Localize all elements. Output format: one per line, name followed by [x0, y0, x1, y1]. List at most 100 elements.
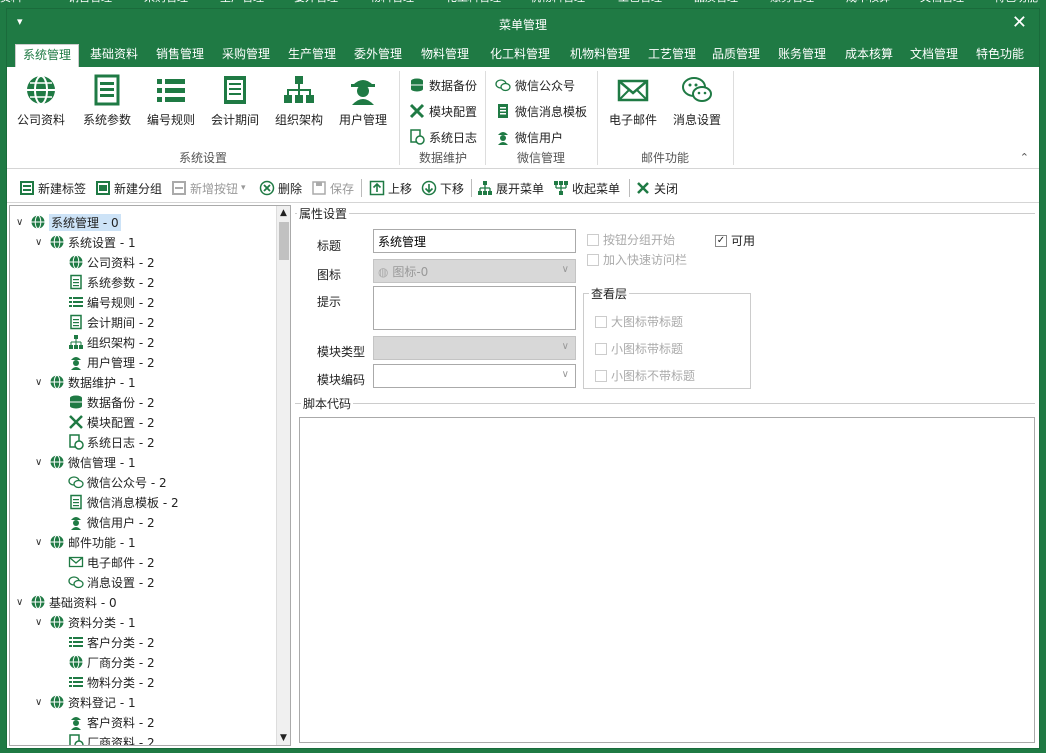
enabled-checkbox[interactable]: ✓ 可用	[715, 232, 755, 249]
title-bar: ▾ 菜单管理 ✕	[7, 9, 1039, 39]
icon-select[interactable]: ◍ 图标-0 ∨	[373, 259, 576, 283]
collapse-menu-button[interactable]: 收起菜单	[553, 178, 620, 198]
delete-button[interactable]: 删除	[259, 178, 302, 198]
system-params-button[interactable]: 系统参数	[77, 73, 137, 128]
tree-node[interactable]: 物料分类 - 2	[54, 672, 155, 692]
tree-node[interactable]: 电子邮件 - 2	[54, 552, 155, 572]
expand-toggle-icon[interactable]: ∨	[16, 217, 28, 228]
email-button[interactable]: 电子邮件	[603, 73, 663, 128]
tree-node[interactable]: ∨ 数据维护 - 1	[35, 372, 136, 392]
tree-node[interactable]: 客户资料 - 2	[54, 712, 155, 732]
tree-node[interactable]: 微信用户 - 2	[54, 512, 155, 532]
expand-toggle-icon[interactable]: ∨	[35, 457, 47, 468]
tab-special[interactable]: 特色功能	[969, 44, 1031, 67]
tab-outsourcing[interactable]: 委外管理	[347, 44, 409, 67]
tree-node-label: 消息设置 - 2	[87, 575, 155, 590]
tab-chemicals[interactable]: 化工料管理	[481, 44, 559, 67]
tree-node[interactable]: 微信消息模板 - 2	[54, 492, 179, 512]
tab-materials[interactable]: 物料管理	[413, 44, 477, 67]
properties-panel: 属性设置 标题 图标 ◍ 图标-0 ∨ 提示 模块类型 ∨ 模块编码 ∨ 按钮分…	[293, 205, 1039, 746]
tree-node[interactable]: 公司资料 - 2	[54, 252, 155, 272]
toolbar-separator	[471, 179, 472, 197]
wechat-user-button[interactable]: 微信用户	[495, 127, 563, 147]
user-management-button[interactable]: 用户管理	[333, 73, 393, 128]
tree-node[interactable]: 用户管理 - 2	[54, 352, 155, 372]
collapse-ribbon-icon[interactable]: ⌃	[1020, 151, 1029, 164]
quick-access-checkbox[interactable]: 加入快速访问栏	[587, 251, 687, 268]
move-down-button[interactable]: 下移	[421, 178, 464, 198]
expand-toggle-icon[interactable]: ∨	[35, 697, 47, 708]
new-tag-button[interactable]: 新建标签	[19, 178, 86, 198]
checkmark-icon: ✓	[715, 234, 727, 247]
tree-node[interactable]: 系统参数 - 2	[54, 272, 155, 292]
save-button[interactable]: 保存	[311, 178, 354, 198]
tree-node[interactable]: ∨ 微信管理 - 1	[35, 452, 136, 472]
tree-node[interactable]: 模块配置 - 2	[54, 412, 155, 432]
message-settings-button[interactable]: 消息设置	[667, 73, 727, 128]
tab-documents[interactable]: 文档管理	[903, 44, 965, 67]
wechat-template-button[interactable]: 微信消息模板	[495, 101, 587, 121]
tree-node[interactable]: 厂商分类 - 2	[54, 652, 155, 672]
company-info-button[interactable]: 公司资料	[11, 73, 71, 128]
small-icon-radio[interactable]: 小图标带标题	[595, 340, 683, 357]
new-group-button[interactable]: 新建分组	[95, 178, 162, 198]
tree-node[interactable]: ∨ 资料登记 - 1	[35, 692, 136, 712]
tab-system-management[interactable]: 系统管理	[15, 44, 79, 67]
system-log-button[interactable]: 系统日志	[409, 127, 477, 147]
scroll-up-icon[interactable]: ▲	[280, 208, 287, 218]
tab-production[interactable]: 生产管理	[281, 44, 343, 67]
expand-toggle-icon[interactable]: ∨	[35, 537, 47, 548]
tree-node[interactable]: ∨ 系统设置 - 1	[35, 232, 136, 252]
expand-toggle-icon[interactable]: ∨	[16, 597, 28, 608]
tab-basic-data[interactable]: 基础资料	[83, 44, 145, 67]
close-window-button[interactable]: ✕	[1012, 12, 1027, 33]
tree-node[interactable]: ∨ 基础资料 - 0	[16, 592, 117, 612]
tree-node[interactable]: 消息设置 - 2	[54, 572, 155, 592]
tip-textarea[interactable]	[373, 286, 576, 330]
menu-tree[interactable]: ∨ 系统管理 - 0 ∨ 系统设置 - 1 公司资料 - 2 系统参数 - 2 编号规则 -…	[9, 205, 291, 746]
expand-toggle-icon[interactable]: ∨	[35, 617, 47, 628]
numbering-rules-button[interactable]: 编号规则	[141, 73, 201, 128]
expand-toggle-icon[interactable]: ∨	[35, 237, 47, 248]
group-start-checkbox[interactable]: 按钮分组开始	[587, 231, 675, 248]
small-icon-no-title-radio[interactable]: 小图标不带标题	[595, 367, 695, 384]
tab-process[interactable]: 工艺管理	[641, 44, 703, 67]
close-button[interactable]: 关闭	[635, 178, 678, 198]
tree-node[interactable]: 客户分类 - 2	[54, 632, 155, 652]
tree-node[interactable]: ∨ 邮件功能 - 1	[35, 532, 136, 552]
module-code-select[interactable]: ∨	[373, 364, 576, 388]
expand-menu-button[interactable]: 展开菜单	[477, 178, 544, 198]
data-backup-button[interactable]: 数据备份	[409, 75, 477, 95]
tab-quality[interactable]: 品质管理	[705, 44, 767, 67]
tree-node[interactable]: 厂商资料 - 2	[54, 732, 155, 745]
module-type-select[interactable]: ∨	[373, 336, 576, 360]
module-config-button[interactable]: 模块配置	[409, 101, 477, 121]
new-button-button[interactable]: 新增按钮 ▾	[171, 178, 246, 198]
accounting-period-button[interactable]: 会计期间	[205, 73, 265, 128]
script-code-editor[interactable]	[299, 417, 1035, 743]
document-icon	[70, 274, 82, 290]
large-icon-radio[interactable]: 大图标带标题	[595, 313, 683, 330]
tab-purchase[interactable]: 采购管理	[215, 44, 277, 67]
tree-node[interactable]: 会计期间 - 2	[54, 312, 155, 332]
tab-cost[interactable]: 成本核算	[837, 44, 901, 67]
move-up-button[interactable]: 上移	[369, 178, 412, 198]
tree-node[interactable]: ∨ 系统管理 - 0	[16, 212, 121, 232]
tree-node[interactable]: 微信公众号 - 2	[54, 472, 167, 492]
title-input[interactable]	[373, 229, 576, 253]
tree-node[interactable]: 系统日志 - 2	[54, 432, 155, 452]
scroll-thumb[interactable]	[279, 222, 289, 260]
tree-node[interactable]: 数据备份 - 2	[54, 392, 155, 412]
expand-toggle-icon[interactable]: ∨	[35, 377, 47, 388]
tab-machine-materials[interactable]: 机物料管理	[561, 44, 639, 67]
tree-node[interactable]: 组织架构 - 2	[54, 332, 155, 352]
org-structure-button[interactable]: 组织架构	[269, 73, 329, 128]
tree-node[interactable]: ∨ 资料分类 - 1	[35, 612, 136, 632]
tree-node[interactable]: 编号规则 - 2	[54, 292, 155, 312]
tab-sales[interactable]: 销售管理	[149, 44, 211, 67]
wechat-official-button[interactable]: 微信公众号	[495, 75, 575, 95]
tree-scrollbar[interactable]: ▲ ▼	[276, 206, 290, 745]
tree-node-label: 邮件功能 - 1	[68, 535, 136, 550]
tab-accounting[interactable]: 账务管理	[771, 44, 833, 67]
scroll-down-icon[interactable]: ▼	[280, 733, 287, 743]
